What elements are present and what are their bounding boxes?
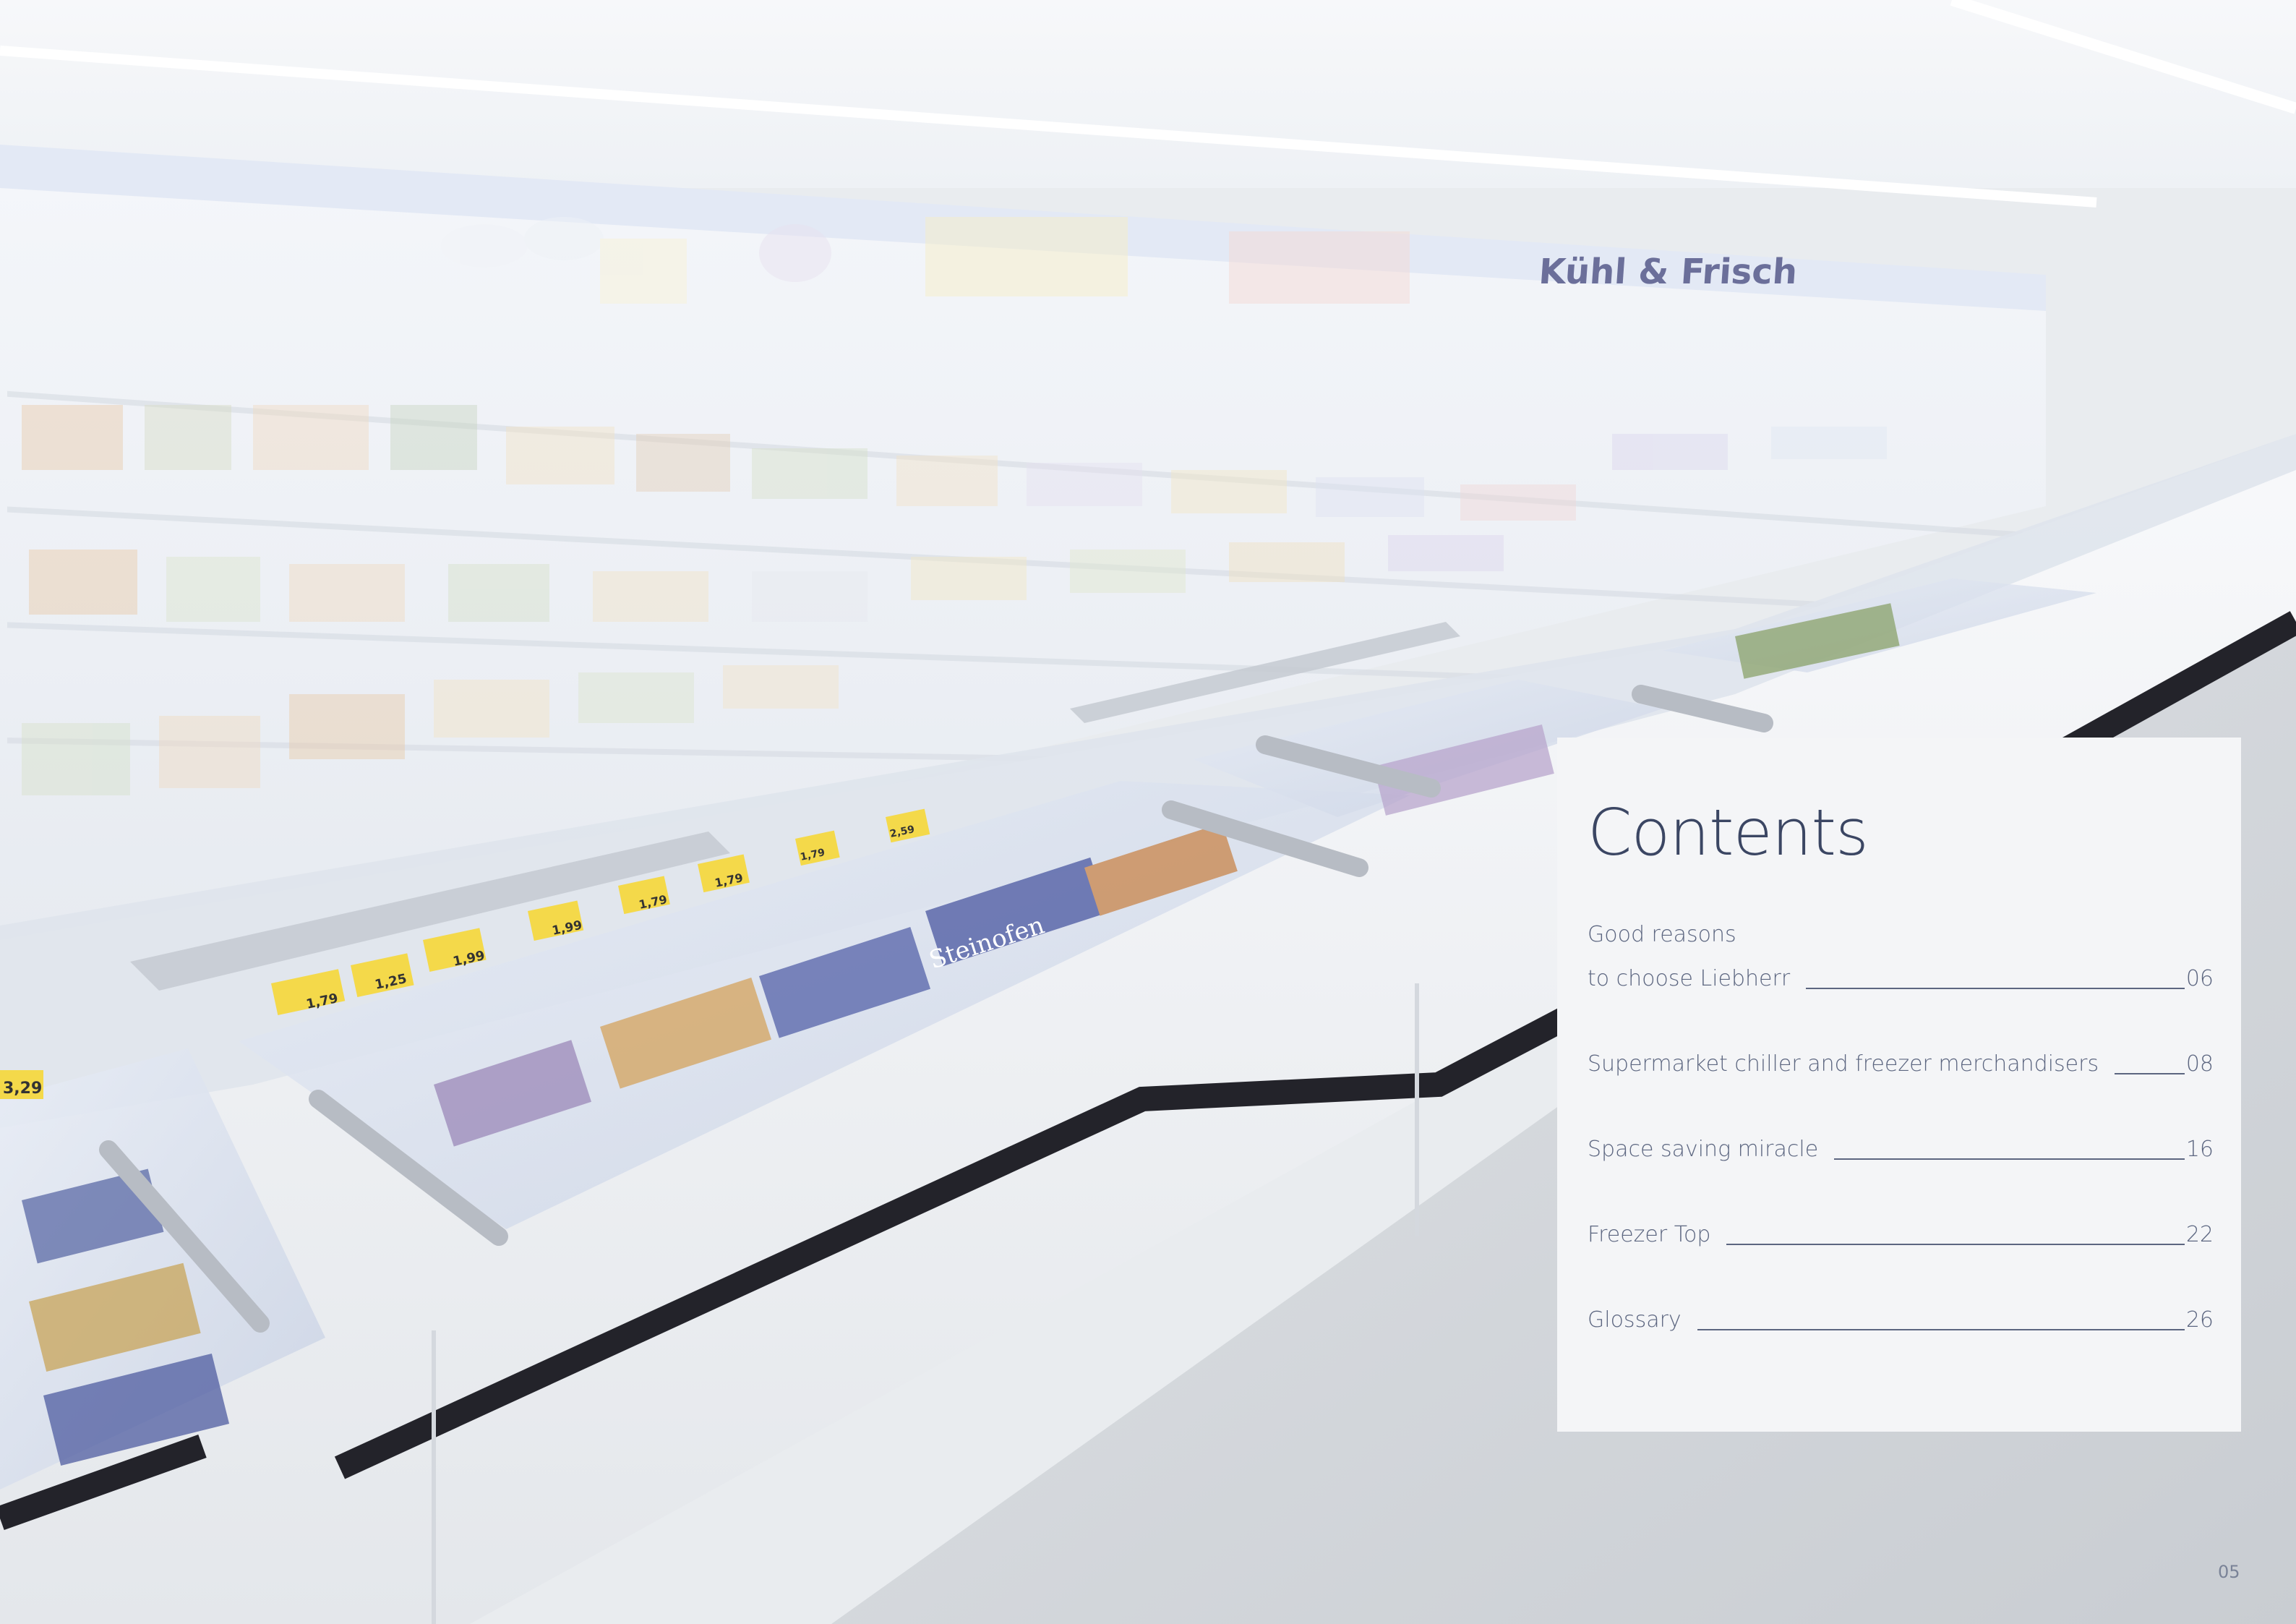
toc-page-number: 16 <box>2185 1137 2214 1162</box>
toc-leader-line <box>2115 1073 2185 1074</box>
toc-label-line1: Good reasons <box>1588 922 1736 947</box>
page-number: 05 <box>2218 1562 2240 1582</box>
contents-panel: Contents Good reasons to choose Liebherr… <box>1557 738 2241 1432</box>
toc-label: Glossary <box>1588 1307 1682 1333</box>
toc-entry-freezer-top[interactable]: Freezer Top 22 <box>1588 1221 2214 1249</box>
toc-label: Freezer Top <box>1588 1222 1711 1247</box>
toc-entry-glossary[interactable]: Glossary 26 <box>1588 1306 2214 1335</box>
toc-label: Space saving miracle <box>1588 1137 1819 1162</box>
toc-label: to choose Liebherr <box>1588 966 1791 991</box>
toc-leader-line <box>1806 988 2185 989</box>
toc-leader-line <box>1697 1329 2185 1330</box>
toc-entry-space-saving[interactable]: Space saving miracle 16 <box>1588 1135 2214 1164</box>
toc-entry-good-reasons[interactable]: Good reasons to choose Liebherr 06 <box>1588 921 2214 993</box>
toc-page-number: 22 <box>2185 1222 2214 1247</box>
toc-label: Supermarket chiller and freezer merchand… <box>1588 1051 2099 1077</box>
contents-title: Contents <box>1588 795 1869 870</box>
toc-page-number: 08 <box>2185 1051 2214 1077</box>
toc-page-number: 06 <box>2185 966 2214 991</box>
toc-page-number: 26 <box>2185 1307 2214 1333</box>
toc-entry-merchandisers[interactable]: Supermarket chiller and freezer merchand… <box>1588 1050 2214 1079</box>
toc-leader-line <box>1834 1158 2185 1160</box>
signage-text: Kühl & Frisch <box>1538 252 1799 292</box>
toc-leader-line <box>1726 1244 2185 1245</box>
price-tag: 3,29 <box>3 1080 42 1098</box>
